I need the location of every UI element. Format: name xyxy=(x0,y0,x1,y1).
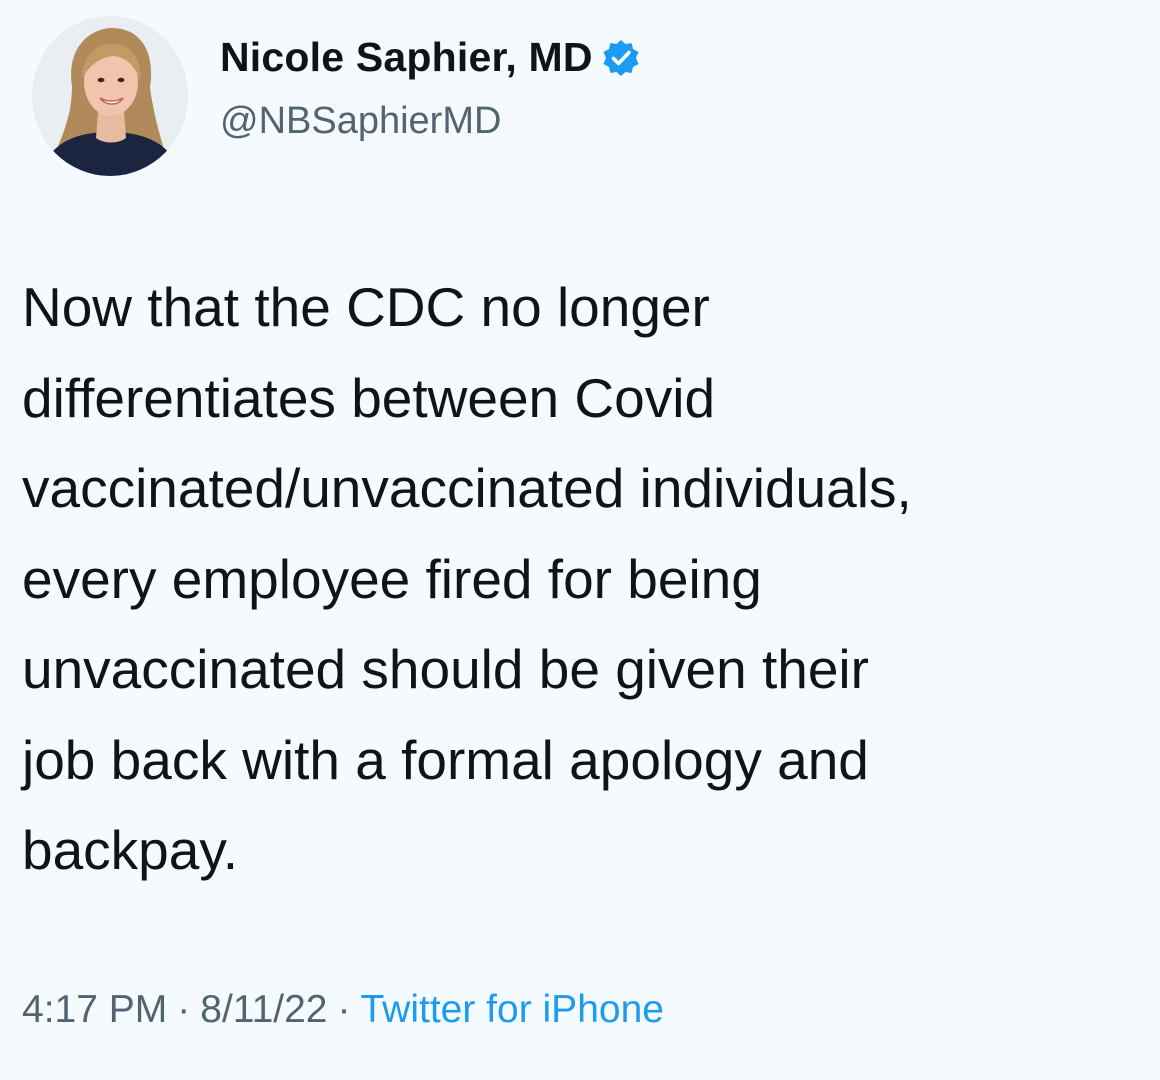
tweet-time[interactable]: 4:17 PM xyxy=(22,988,167,1031)
tweet-text-line: Now that the CDC no longer xyxy=(22,276,710,338)
author-handle[interactable]: @NBSaphierMD xyxy=(220,100,501,143)
meta-separator: · xyxy=(337,988,351,1031)
tweet-text-line: job back with a formal apology and xyxy=(22,728,869,791)
tweet-date[interactable]: 8/11/22 xyxy=(200,988,327,1031)
tweet-text-line: unvaccinated should be given their xyxy=(22,638,869,700)
tweet-text-line: differentiates between Covid xyxy=(22,366,716,429)
avatar-photo-icon xyxy=(32,16,188,176)
meta-separator: · xyxy=(177,988,191,1031)
avatar[interactable] xyxy=(32,16,188,176)
tweet-meta: 4:17 PM · 8/11/22 · Twitter for iPhone xyxy=(22,988,664,1032)
tweet-text-line: backpay. xyxy=(22,819,239,881)
tweet-text-line: every employee fired for being xyxy=(22,547,762,610)
tweet-card: Nicole Saphier, MD @NBSaphierMD Now that… xyxy=(0,0,1160,1080)
tweet-text: Now that the CDC no longer differentiate… xyxy=(22,262,1160,896)
verified-badge-icon xyxy=(601,38,641,78)
tweet-text-line: vaccinated/unvaccinated individuals, xyxy=(22,457,912,519)
author-name-row[interactable]: Nicole Saphier, MD xyxy=(220,34,641,81)
tweet-source-link[interactable]: Twitter for iPhone xyxy=(360,988,663,1031)
author-display-name[interactable]: Nicole Saphier, MD xyxy=(220,34,593,81)
